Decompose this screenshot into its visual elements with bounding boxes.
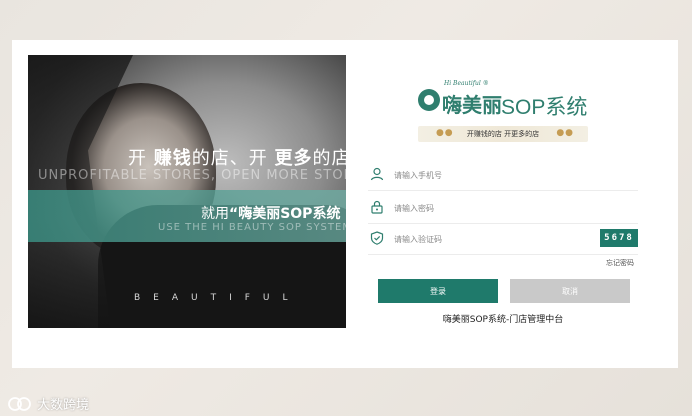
hero-beautiful-text: BEAUTIFUL [134, 293, 301, 303]
slogan-text: 的店、开 [191, 148, 275, 169]
phone-input[interactable] [394, 167, 574, 183]
slogan-text: 开 [128, 148, 154, 169]
hero-slogan-english: UNPROFITABLE STORES, OPEN MORE STORES [38, 168, 346, 183]
hero-slogan: 开 赚钱的店、开 更多的店 [128, 144, 346, 170]
user-icon [370, 167, 384, 181]
tagline-ribbon: ● ● 开赚钱的店 开更多的店 ● ● [418, 126, 588, 142]
cancel-button[interactable]: 取消 [510, 279, 630, 303]
captcha-image[interactable]: 5678 [600, 229, 638, 247]
banner-prefix: 就用 [201, 206, 229, 222]
system-footer-title: 嗨美丽SOP系统-门店管理中台 [442, 315, 564, 325]
shield-check-icon [370, 231, 384, 245]
hero-banner-text: 就用“嗨美丽SOP系统 ” [201, 203, 346, 223]
logo-subtitle: Hi Beautiful ® [444, 80, 489, 87]
logo-sop-name: SOP系统 [501, 96, 588, 119]
login-button[interactable]: 登录 [378, 279, 498, 303]
slogan-text: 的店 [312, 148, 346, 169]
password-field [368, 197, 638, 224]
watermark-text: 大数跨境 [37, 398, 90, 413]
verification-code-input[interactable] [394, 231, 574, 247]
hero-banner-english: USE THE HI BEAUTY SOP SYSTEM [158, 222, 346, 233]
logo-chinese-name: 嗨美丽 [442, 93, 502, 117]
slogan-bold-text: 赚钱 [153, 148, 192, 169]
watermark: 大数跨境 [8, 393, 90, 413]
password-input[interactable] [394, 200, 574, 216]
flower-logo-icon [418, 89, 440, 111]
phone-field [368, 164, 638, 191]
verification-code-field: 5678 [368, 228, 638, 255]
lock-icon [371, 200, 383, 214]
brand-logo: Hi Beautiful ® 嗨美丽 SOP系统 [418, 80, 608, 120]
slogan-bold-text: 更多 [274, 148, 313, 169]
hero-image: 开 赚钱的店、开 更多的店 UNPROFITABLE STORES, OPEN … [28, 55, 346, 328]
banner-bold: “嗨美丽SOP系统 ” [229, 206, 346, 222]
forgot-password-link[interactable]: 忘记密码 [606, 258, 634, 268]
tagline-dots-right: ● ● [556, 128, 573, 138]
watermark-logo-icon [8, 396, 31, 411]
